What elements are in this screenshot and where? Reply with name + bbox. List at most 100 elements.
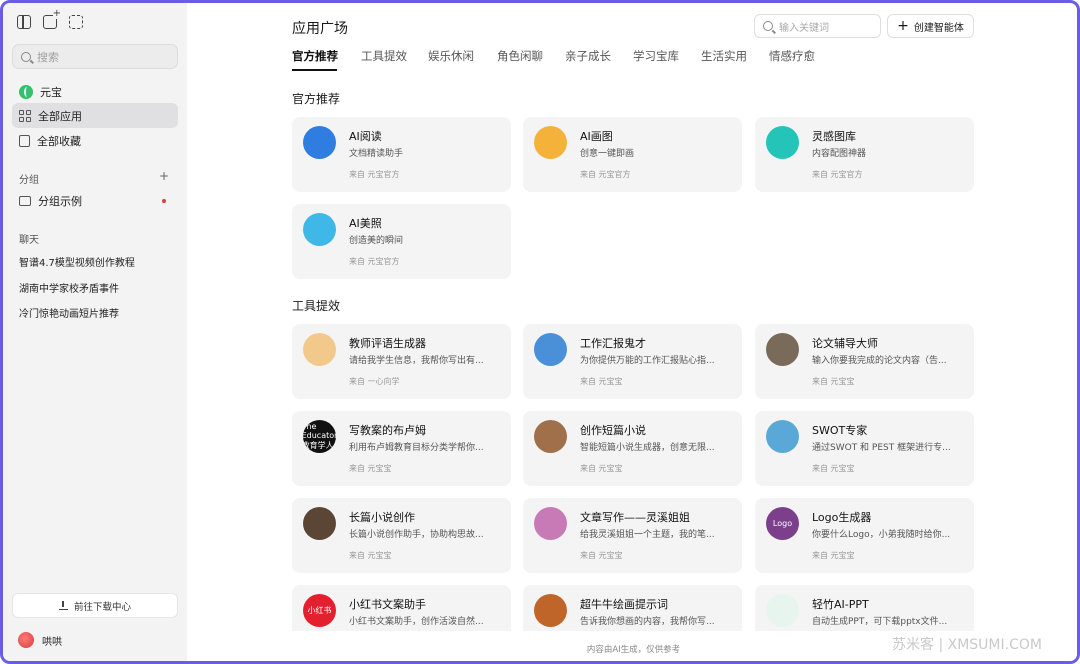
user-profile[interactable]: 哄哄 [18,632,62,648]
section-title-tools: 工具提效 [292,299,341,313]
sidebar-item-all-apps[interactable]: 全部应用 [12,103,178,128]
app-description: 智能短篇小说生成器，创意无限... [580,443,715,453]
watermark: 苏米客 | XMSUMI.COM [892,637,1042,653]
app-name: 长篇小说创作 [349,511,415,524]
app-description: 告诉我你想画的内容，我帮你写... [580,617,715,627]
app-description: 文档精读助手 [349,149,404,159]
app-name: 轻竹AI-PPT [812,598,869,611]
app-icon [303,507,336,540]
app-icon [766,126,799,159]
app-description: 自动生成PPT，可下载pptx文件... [812,617,948,627]
app-card[interactable]: 灵感图库内容配图神器 来自 元宝官方 [755,117,974,192]
create-agent-button[interactable]: + 创建智能体 [887,14,974,38]
tab-parenting[interactable]: 亲子成长 [565,48,611,64]
app-icon [766,420,799,453]
app-card[interactable]: 论文辅导大师 输入你要我完成的论文内容（告... 来自 元宝宝 [755,324,974,399]
plus-icon: + [897,18,909,34]
keyword-search-input[interactable]: 输入关键词 [754,14,881,38]
app-name: 小红书文案助手 [349,598,426,611]
app-name: AI画图 [580,130,613,143]
app-name: Logo生成器 [812,511,872,524]
app-icon [303,333,336,366]
chat-history-item[interactable]: 湖南中学家校矛盾事件 [19,280,119,295]
sidebar-item-label: 元宝 [40,85,62,99]
bookmark-icon [19,134,30,147]
download-center-button[interactable]: 前往下载中心 [12,593,178,618]
folder-icon [19,195,31,206]
app-card[interactable]: 创作短篇小说智能短篇小说生成器，创意无限... 来自 元宝宝 [523,411,742,486]
app-icon [766,594,799,627]
sidebar-item-label: 分组示例 [38,194,82,208]
toggle-sidebar-icon[interactable] [17,15,31,29]
app-name: 灵感图库 [812,130,856,143]
app-source: 来自 元宝宝 [812,464,855,473]
app-icon [534,420,567,453]
app-description: 通过SWOT 和 PEST 框架进行专... [812,443,951,453]
app-source: 来自 元宝宝 [812,551,855,560]
screenshot-icon[interactable] [69,15,83,29]
app-description: 给我灵溪姐姐一个主题，我的笔... [580,530,715,540]
app-card[interactable]: AI画图 创意一键即画 来自 元宝官方 [523,117,742,192]
tab-entertainment[interactable]: 娱乐休闲 [428,48,474,64]
app-name: 文章写作——灵溪姐姐 [580,511,690,524]
app-name: AI美照 [349,217,382,230]
app-icon: Logo [766,507,799,540]
app-icon [534,507,567,540]
create-agent-label: 创建智能体 [913,22,964,34]
apps-grid-icon [19,109,31,122]
active-tab-indicator [292,69,337,71]
sidebar-item-favorites[interactable]: 全部收藏 [12,128,178,153]
app-icon [534,594,567,627]
app-name: 写教案的布卢姆 [349,424,426,437]
app-name: SWOT专家 [812,424,868,437]
sidebar-item-group-example[interactable]: 分组示例 [12,188,178,213]
app-card[interactable]: 教师评语生成器 请给我学生信息，我帮你写出有... 来自 一心向学 [292,324,511,399]
app-name: 创作短篇小说 [580,424,646,437]
app-source: 来自 元宝官方 [349,257,400,266]
app-card[interactable]: SWOT专家通过SWOT 和 PEST 框架进行专... 来自 元宝宝 [755,411,974,486]
app-description: 为你提供万能的工作汇报贴心指... [580,356,715,366]
app-source: 来自 元宝官方 [812,170,863,179]
app-description: 内容配图神器 [812,149,867,159]
sidebar: 搜索 元宝 全部应用 全部收藏 分组 + 分组示例 聊天 智谱4.7模型视频创作… [3,3,187,661]
app-description: 你要什么Logo，小弟我随时给你... [812,530,951,540]
tab-lifestyle[interactable]: 生活实用 [701,48,747,64]
tab-roleplay[interactable]: 角色闲聊 [497,48,543,64]
app-card[interactable]: AI美照 创造美的瞬间 来自 元宝官方 [292,204,511,279]
app-card[interactable]: 工作汇报鬼才 为你提供万能的工作汇报贴心指... 来自 元宝宝 [523,324,742,399]
tab-official[interactable]: 官方推荐 [292,48,338,64]
app-card[interactable]: AI阅读 文档精读助手 来自 元宝官方 [292,117,511,192]
sidebar-search-input[interactable]: 搜索 [12,44,178,69]
app-description: 长篇小说创作助手，协助构思故... [349,530,484,540]
avatar [18,632,34,648]
keyword-search-placeholder: 输入关键词 [779,22,829,34]
app-source: 来自 元宝宝 [349,551,392,560]
app-source: 来自 一心向学 [349,377,400,386]
app-icon: 小红书 [303,594,336,627]
unread-dot [162,199,166,203]
app-name: 论文辅导大师 [812,337,878,350]
app-source: 来自 元宝宝 [812,377,855,386]
app-source: 来自 元宝宝 [580,464,623,473]
sidebar-toolbar [17,9,83,29]
app-icon [534,333,567,366]
sidebar-item-yuanbao[interactable]: 元宝 [12,79,178,104]
tab-tools[interactable]: 工具提效 [361,48,407,64]
chat-history-item[interactable]: 智谱4.7模型视频创作教程 [19,254,135,269]
group-section-label: 分组 [19,175,39,186]
app-card[interactable]: Logo Logo生成器你要什么Logo，小弟我随时给你... 来自 元宝宝 [755,498,974,573]
new-chat-icon[interactable] [43,9,61,29]
app-icon [766,333,799,366]
tab-emotional[interactable]: 情感疗愈 [769,48,815,64]
app-icon [534,126,567,159]
tab-learning[interactable]: 学习宝库 [633,48,679,64]
add-group-icon[interactable]: + [159,169,169,183]
app-source: 来自 元宝宝 [580,551,623,560]
app-card[interactable]: 文章写作——灵溪姐姐给我灵溪姐姐一个主题，我的笔... 来自 元宝宝 [523,498,742,573]
app-icon: The Educator 教育学人 [303,420,336,453]
app-card[interactable]: The Educator 教育学人 写教案的布卢姆 利用布卢姆教育目标分类学帮你..… [292,411,511,486]
sidebar-item-label: 全部收藏 [37,134,81,148]
app-card[interactable]: 长篇小说创作长篇小说创作助手，协助构思故... 来自 元宝宝 [292,498,511,573]
yuanbao-logo-icon [19,84,33,99]
chat-history-item[interactable]: 冷门惊艳动画短片推荐 [19,305,119,320]
